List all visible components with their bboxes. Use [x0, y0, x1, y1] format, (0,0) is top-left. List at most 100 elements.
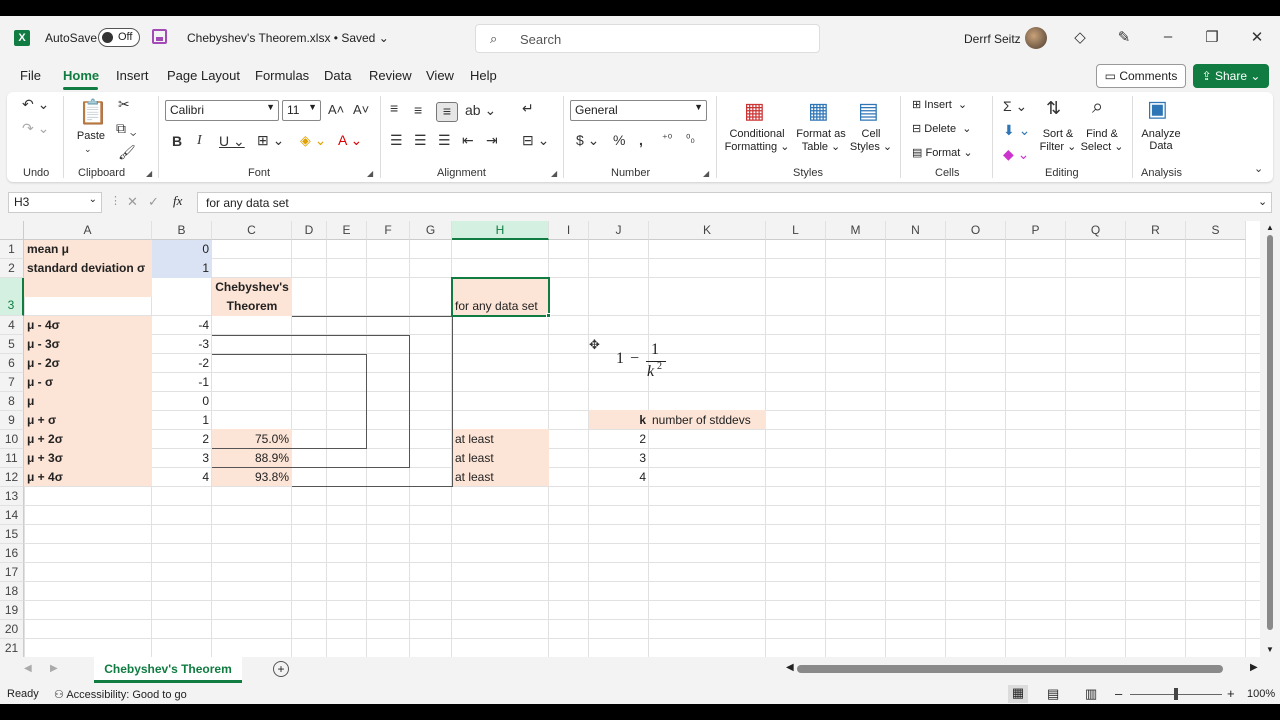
format-as-table-button[interactable]: Format as Table ⌄	[793, 128, 849, 153]
row-header[interactable]: 9	[0, 411, 24, 430]
column-header[interactable]: G	[410, 221, 452, 240]
dialog-launcher-icon[interactable]: ◢	[367, 169, 373, 178]
row-header[interactable]: 8	[0, 392, 24, 411]
row-header[interactable]: 16	[0, 544, 24, 563]
zoom-out-icon[interactable]: –	[1115, 686, 1122, 701]
row-header[interactable]: 15	[0, 525, 24, 544]
row-header[interactable]: 21	[0, 639, 24, 657]
row-header[interactable]: 1	[0, 240, 24, 259]
cut-icon[interactable]: ✂	[118, 96, 130, 113]
cell-h3[interactable]: for any data set	[452, 297, 541, 315]
tab-file[interactable]: File	[20, 68, 41, 83]
underline-icon[interactable]: U ⌄	[219, 133, 245, 150]
column-header[interactable]: F	[367, 221, 410, 240]
cell-a11[interactable]: μ + 3σ	[24, 449, 66, 467]
find-select-button[interactable]: Find & Select ⌄	[1080, 128, 1124, 153]
chevron-down-icon[interactable]: ⌄	[84, 144, 92, 155]
cell-b2[interactable]: 1	[152, 259, 212, 277]
row-header[interactable]: 20	[0, 620, 24, 639]
cell-b11[interactable]: 3	[152, 449, 212, 467]
autosave-toggle[interactable]: Off	[98, 28, 140, 47]
row-header[interactable]: 6	[0, 354, 24, 373]
orientation-icon[interactable]: ab ⌄	[465, 102, 496, 119]
zoom-in-icon[interactable]: +	[1227, 686, 1235, 701]
column-header[interactable]: M	[826, 221, 886, 240]
row-header[interactable]: 19	[0, 601, 24, 620]
sheet-tab-active[interactable]: Chebyshev's Theorem	[94, 657, 242, 683]
accessibility-status[interactable]: ⚇ Accessibility: Good to go	[54, 688, 187, 701]
tab-data[interactable]: Data	[324, 68, 351, 83]
clear-icon[interactable]: ◆ ⌄	[1003, 146, 1029, 163]
cell-styles-button[interactable]: Cell Styles ⌄	[848, 128, 894, 153]
tab-home[interactable]: Home	[63, 68, 99, 83]
paste-button[interactable]: Paste	[75, 130, 107, 142]
analyze-data-button[interactable]: Analyze Data	[1138, 128, 1184, 152]
column-header[interactable]: O	[946, 221, 1006, 240]
row-header[interactable]: 18	[0, 582, 24, 601]
undo-icon[interactable]: ↶ ⌄	[22, 96, 49, 113]
insert-cells-button[interactable]: ⊞ Insert ⌄	[912, 98, 967, 111]
tab-review[interactable]: Review	[369, 68, 412, 83]
row-header[interactable]: 11	[0, 449, 24, 468]
page-layout-view-icon[interactable]: ▤	[1047, 686, 1059, 702]
minimize-icon[interactable]: –	[1158, 28, 1178, 45]
sort-filter-button[interactable]: Sort & Filter ⌄	[1038, 128, 1078, 153]
prev-sheet-icon[interactable]: ◀	[24, 663, 32, 674]
cell-b10[interactable]: 2	[152, 430, 212, 448]
cell-b7[interactable]: -1	[152, 373, 212, 391]
align-left-icon[interactable]: ☰	[390, 132, 403, 149]
next-sheet-icon[interactable]: ▶	[50, 663, 58, 674]
column-header[interactable]: K	[649, 221, 766, 240]
find-icon[interactable]: ⌕	[1092, 96, 1103, 119]
row-header[interactable]: 17	[0, 563, 24, 582]
collapse-ribbon-icon[interactable]: ⌄	[1254, 162, 1263, 175]
add-sheet-icon[interactable]: +	[273, 661, 289, 677]
format-as-table-icon[interactable]: ▦	[808, 98, 829, 124]
column-header[interactable]: A	[24, 221, 152, 240]
cell-a1[interactable]: mean μ	[24, 240, 72, 258]
decrease-decimal-icon[interactable]: ⁰₀	[686, 132, 695, 145]
cell-c12[interactable]: 93.8%	[212, 468, 292, 486]
vertical-scrollbar[interactable]: ▲ ▼	[1262, 221, 1278, 657]
avatar[interactable]	[1025, 27, 1047, 49]
zoom-level[interactable]: 100%	[1247, 688, 1275, 700]
cell-b6[interactable]: -2	[152, 354, 212, 372]
fill-color-icon[interactable]: ◈ ⌄	[300, 132, 326, 149]
vertical-scroll-thumb[interactable]	[1267, 235, 1273, 630]
cell-a8[interactable]: μ	[24, 392, 37, 410]
column-header[interactable]: E	[327, 221, 367, 240]
row-header[interactable]: 7	[0, 373, 24, 392]
cell-a9[interactable]: μ + σ	[24, 411, 59, 429]
format-cells-button[interactable]: ▤ Format ⌄	[912, 146, 973, 159]
comma-icon[interactable]: ,	[639, 132, 643, 148]
save-icon[interactable]	[152, 29, 167, 44]
grow-font-icon[interactable]: A˄	[328, 102, 344, 117]
fill-handle[interactable]	[546, 313, 551, 318]
column-header[interactable]: N	[886, 221, 946, 240]
cell-a7[interactable]: μ - σ	[24, 373, 56, 391]
cell-h11[interactable]: at least	[452, 449, 497, 467]
close-icon[interactable]: ✕	[1247, 28, 1267, 46]
increase-decimal-icon[interactable]: ⁺⁰	[662, 132, 672, 145]
cell-b5[interactable]: -3	[152, 335, 212, 353]
cell-a6[interactable]: μ - 2σ	[24, 354, 63, 372]
insert-function-button[interactable]: fx	[173, 193, 182, 209]
page-break-view-icon[interactable]: ▥	[1085, 686, 1097, 702]
align-center-icon[interactable]: ☰	[414, 132, 427, 149]
cell-j11[interactable]: 3	[589, 449, 649, 467]
conditional-formatting-icon[interactable]: ▦	[744, 98, 765, 124]
cell-b1[interactable]: 0	[152, 240, 212, 258]
row-header[interactable]: 2	[0, 259, 24, 278]
scroll-right-icon[interactable]: ▶	[1250, 662, 1258, 673]
align-top-icon[interactable]: ≡	[390, 100, 398, 116]
cell-h10[interactable]: at least	[452, 430, 497, 448]
tab-page-layout[interactable]: Page Layout	[167, 68, 240, 83]
cell-a12[interactable]: μ + 4σ	[24, 468, 66, 486]
align-middle-icon[interactable]: ≡	[414, 102, 422, 118]
scroll-left-icon[interactable]: ◀	[786, 662, 794, 673]
row-header[interactable]: 14	[0, 506, 24, 525]
column-header[interactable]: I	[549, 221, 589, 240]
cell-j12[interactable]: 4	[589, 468, 649, 486]
conditional-formatting-button[interactable]: Conditional Formatting ⌄	[724, 128, 790, 153]
horizontal-scroll-thumb[interactable]	[797, 665, 1223, 673]
